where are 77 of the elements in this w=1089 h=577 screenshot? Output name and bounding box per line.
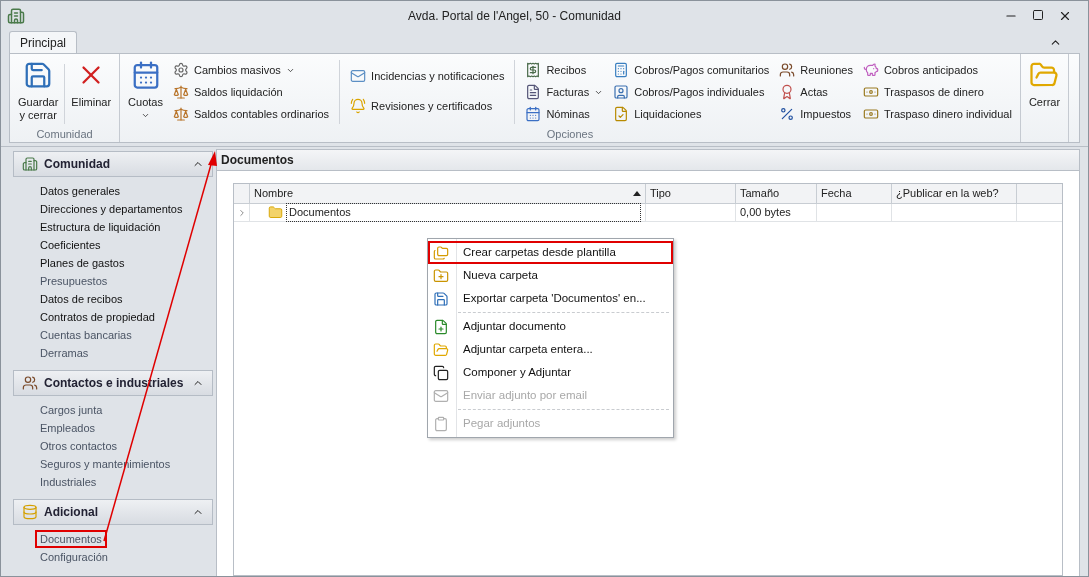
table-cell: Documentos (286, 203, 641, 222)
clipboard-icon (433, 415, 449, 432)
ribbon-button[interactable]: Cambios masivos (172, 60, 330, 80)
folder-plus-icon (433, 267, 449, 284)
section-header[interactable]: Adicional (13, 499, 213, 525)
person-card-icon (613, 84, 630, 100)
ribbon-button[interactable]: Cobros/Pagos comunitarios (613, 60, 770, 80)
close-icon[interactable] (1058, 9, 1072, 23)
ribbon-button[interactable]: Traspaso dinero individual (862, 104, 1012, 124)
menu-item[interactable]: Adjuntar carpeta entera... (428, 338, 673, 361)
envelope-icon (433, 387, 449, 404)
calendar-icon (525, 106, 542, 122)
menu-item[interactable]: Exportar carpeta 'Documentos' en... (428, 287, 673, 310)
piggy-bank-icon (862, 62, 879, 78)
table-cell-text: 0,00 bytes (740, 205, 791, 221)
column-header[interactable]: Tipo (646, 184, 736, 203)
ribbon-group-label: Opciones (545, 127, 595, 142)
folders-icon (433, 244, 449, 261)
document-icon (525, 84, 542, 100)
ribbon-button[interactable]: Recibos (525, 60, 604, 80)
column-header[interactable]: ¿Publicar en la web? (892, 184, 1017, 203)
section-title: Comunidad (44, 156, 111, 173)
sidebar-link[interactable]: Configuración (35, 546, 113, 568)
sidebar-link[interactable]: Documentos (35, 530, 107, 548)
ribbon-button[interactable]: Cobros anticipados (862, 60, 1012, 80)
section-header[interactable]: Comunidad (13, 151, 213, 177)
ribbon-tab[interactable]: Principal (9, 31, 78, 53)
people-icon (779, 62, 796, 78)
ribbon-button[interactable]: Facturas (525, 82, 604, 102)
checked-document-icon (613, 106, 630, 122)
bell-icon (350, 98, 367, 114)
dropdown-caret-icon (141, 111, 150, 120)
menu-item[interactable]: Adjuntar documento (428, 315, 673, 338)
app-icon (7, 7, 25, 25)
maximize-icon[interactable] (1032, 9, 1044, 21)
receipt-icon (525, 62, 542, 78)
calculator-icon (613, 62, 630, 78)
ribbon-button[interactable]: Reuniones (779, 60, 853, 80)
ribbon-button[interactable]: Impuestos (779, 104, 853, 124)
ribbon-large-button[interactable]: Guardar y cerrar (14, 60, 63, 122)
copy-icon (433, 364, 449, 381)
money-icon (862, 106, 879, 122)
ribbon-group-label: Comunidad (35, 127, 94, 142)
ribbon-button[interactable]: Revisiones y certificados (350, 96, 505, 116)
money-icon (862, 84, 879, 100)
scale-icon (172, 106, 189, 122)
ribbon-button[interactable]: Saldos liquidación (172, 82, 330, 102)
ribbon-button[interactable]: Saldos contables ordinarios (172, 104, 330, 124)
ribbon-button[interactable]: Incidencias y notificaciones (350, 66, 505, 86)
gear-icon (172, 62, 189, 78)
ribbon-button[interactable]: Traspasos de dinero (862, 82, 1012, 102)
ribbon-large-button[interactable]: Cuotas (124, 60, 167, 120)
sidebar-link[interactable]: Industriales (35, 471, 102, 493)
building-icon (22, 156, 38, 172)
panel-title: Documentos (221, 152, 294, 169)
ribbon-button[interactable]: Cobros/Pagos individuales (613, 82, 770, 102)
envelope-icon (350, 68, 367, 84)
ribbon-large-button[interactable]: Eliminar (67, 60, 116, 109)
people-icon (22, 375, 38, 391)
cylinder-icon (22, 504, 38, 520)
ribbon-large-button[interactable]: Cerrar (1024, 60, 1065, 109)
folder-icon (433, 341, 449, 358)
window-title: Avda. Portal de l'Angel, 50 - Comunidad (407, 8, 622, 25)
menu-item[interactable]: Crear carpetas desde plantilla (428, 241, 673, 264)
column-header[interactable]: Tamaño (736, 184, 817, 203)
menu-item[interactable]: Nueva carpeta (428, 264, 673, 287)
section-title: Adicional (44, 504, 99, 521)
ribbon-button[interactable]: Liquidaciones (613, 104, 770, 124)
ribbon-button[interactable]: Actas (779, 82, 853, 102)
column-header[interactable]: Fecha (817, 184, 892, 203)
menu-item[interactable]: Componer y Adjuntar (428, 361, 673, 384)
document-plus-icon (433, 318, 449, 335)
folder-icon (268, 205, 283, 220)
scale-icon (172, 84, 189, 100)
percent-icon (779, 106, 796, 122)
column-header[interactable]: Nombre (250, 184, 646, 203)
ribbon-button[interactable]: Nóminas (525, 104, 604, 124)
